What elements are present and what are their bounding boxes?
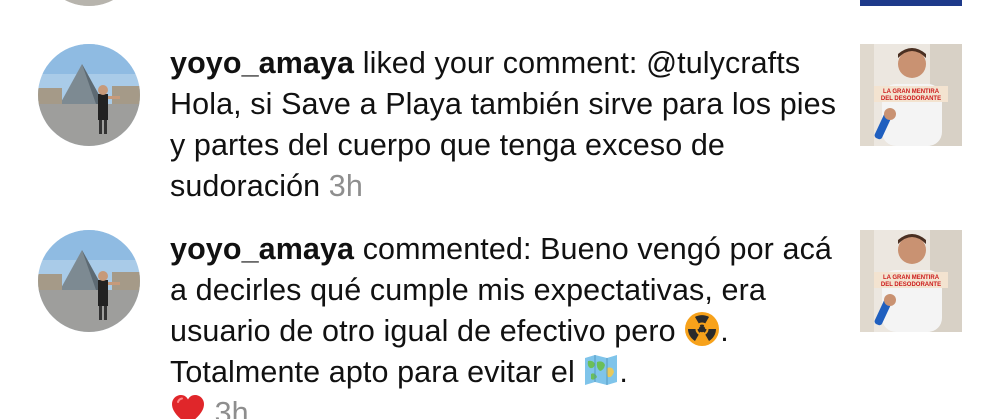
comment-body-part3: . xyxy=(619,355,628,389)
timestamp: 3h xyxy=(328,169,363,203)
notification-text: yoyo_amaya liked your comment: @tulycraf… xyxy=(170,43,840,207)
red-heart-emoji-icon xyxy=(170,393,206,419)
thumb-caption-line2: DEL DESODORANTE xyxy=(881,96,941,102)
thumb-caption-line1: LA GRAN MENTIRA xyxy=(883,89,940,95)
previous-avatar[interactable] xyxy=(38,0,140,6)
avatar-louvre-photo-icon xyxy=(38,230,140,332)
notification-text: yoyo_amaya commented: Bueno vengó por ac… xyxy=(170,229,840,419)
timestamp: 3h xyxy=(214,396,249,419)
post-thumbnail-image-icon: LA GRAN MENTIRA DEL DESODORANTE xyxy=(860,230,962,332)
post-thumbnail-image-icon: LA GRAN MENTIRA DEL DESODORANTE xyxy=(860,44,962,146)
avatar-louvre-photo-icon xyxy=(38,44,140,146)
username-link[interactable]: yoyo_amaya xyxy=(170,46,354,80)
world-map-emoji-icon xyxy=(583,352,619,388)
radioactive-emoji-icon xyxy=(684,311,720,347)
post-thumbnail[interactable]: LA GRAN MENTIRA DEL DESODORANTE xyxy=(860,230,962,332)
username-link[interactable]: yoyo_amaya xyxy=(170,232,354,266)
notification-action: commented: xyxy=(362,232,532,266)
previous-post-thumbnail[interactable] xyxy=(860,0,962,6)
user-avatar[interactable] xyxy=(38,230,140,332)
thumb-caption-line2: DEL DESODORANTE xyxy=(881,282,941,288)
user-avatar[interactable] xyxy=(38,44,140,146)
notification-action: liked your comment: xyxy=(362,46,638,80)
post-thumbnail[interactable]: LA GRAN MENTIRA DEL DESODORANTE xyxy=(860,44,962,146)
thumb-caption-line1: LA GRAN MENTIRA xyxy=(883,275,940,281)
notifications-screen: yoyo_amaya liked your comment: @tulycraf… xyxy=(0,0,1000,419)
